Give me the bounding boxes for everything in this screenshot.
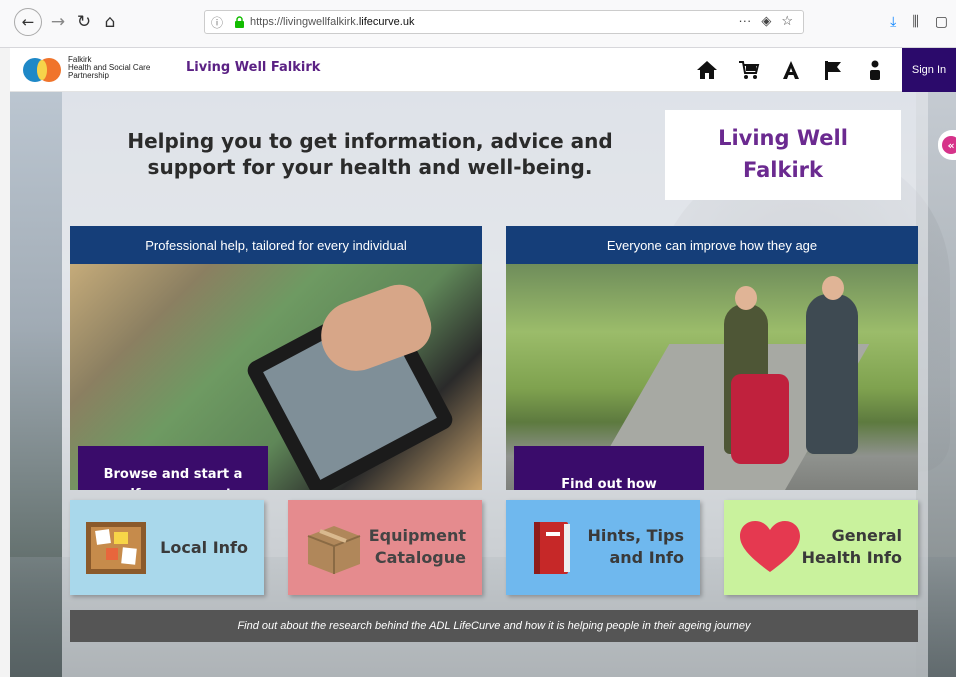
info-icon[interactable]: ⓘ <box>211 14 231 31</box>
book-icon <box>534 522 570 574</box>
hero-heading: Helping you to get information, advice a… <box>127 129 613 179</box>
partnership-logo[interactable] <box>22 57 62 83</box>
professional-help-card[interactable]: Professional help, tailored for every in… <box>70 226 482 490</box>
sidebar-icon[interactable]: ▢ <box>935 14 948 30</box>
library-icon[interactable]: ⫼ <box>912 14 918 30</box>
heart-icon <box>740 521 800 572</box>
sign-in-button[interactable]: Sign In <box>902 48 956 92</box>
box-icon <box>307 526 361 574</box>
tile-label: Hints, Tips and Info <box>587 526 684 567</box>
pocket-icon[interactable]: ◈ <box>761 13 771 29</box>
home-icon[interactable] <box>696 59 718 81</box>
browser-toolbar: ← → ↻ ⌂ ⓘ https://livingwellfalkirk.life… <box>0 0 956 48</box>
hints-tips-tile[interactable]: Hints, Tips and Info <box>506 500 700 595</box>
site-title-box: Living Well Falkirk <box>665 110 901 200</box>
cart-icon[interactable] <box>738 59 760 81</box>
bookmark-star-icon[interactable]: ☆ <box>781 13 793 29</box>
equipment-catalogue-tile[interactable]: Equipment Catalogue <box>288 500 482 595</box>
flag-icon[interactable] <box>822 59 844 81</box>
address-bar[interactable]: ⓘ https://livingwellfalkirk.lifecurve.uk… <box>204 10 804 34</box>
corkboard-icon <box>86 522 146 574</box>
tile-label: General Health Info <box>801 526 902 567</box>
local-info-tile[interactable]: Local Info <box>70 500 264 595</box>
back-button[interactable]: ← <box>14 8 42 36</box>
card-header: Everyone can improve how they age <box>506 226 918 264</box>
partnership-name: Falkirk Health and Social Care Partnersh… <box>68 55 151 80</box>
person-icon[interactable] <box>864 59 886 81</box>
url-text: https://livingwellfalkirk.lifecurve.uk <box>250 16 415 28</box>
chevron-left-icon: « <box>942 136 956 154</box>
park-walk-photo: Find out how <box>506 264 918 490</box>
site-header: Falkirk Health and Social Care Partnersh… <box>10 48 956 92</box>
lock-icon <box>231 15 247 29</box>
find-out-how-button[interactable]: Find out how <box>514 446 704 490</box>
browse-self-assessment-button[interactable]: Browse and start a self-assessment <box>78 446 268 490</box>
download-icon[interactable]: ⤓ <box>890 14 896 30</box>
tablet-photo: Browse and start a self-assessment <box>70 264 482 490</box>
reload-icon[interactable]: ↻ <box>70 8 98 36</box>
home-button[interactable]: ⌂ <box>96 8 124 36</box>
general-health-tile[interactable]: General Health Info <box>724 500 918 595</box>
card-header: Professional help, tailored for every in… <box>70 226 482 264</box>
tile-label: Equipment Catalogue <box>368 526 466 567</box>
forward-button[interactable]: → <box>44 8 72 36</box>
brand-link[interactable]: Living Well Falkirk <box>186 60 320 75</box>
tile-label: Local Info <box>160 538 248 557</box>
research-link-bar[interactable]: Find out about the research behind the A… <box>70 610 918 642</box>
improve-ageing-card[interactable]: Everyone can improve how they age Find o… <box>506 226 918 490</box>
page-actions-icon[interactable]: ··· <box>738 13 751 29</box>
text-size-icon[interactable] <box>780 59 802 81</box>
